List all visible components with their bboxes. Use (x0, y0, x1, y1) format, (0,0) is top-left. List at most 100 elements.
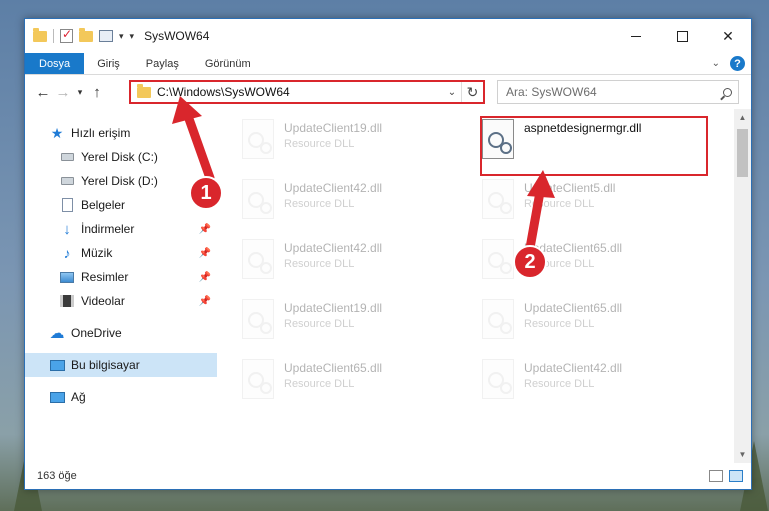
nav-onedrive[interactable]: ☁ OneDrive (25, 321, 217, 345)
drive-icon (59, 174, 75, 188)
nav-item-downloads[interactable]: ↓ İndirmeler 📌 (25, 217, 217, 241)
file-tile[interactable]: UpdateClient65.dll Resource DLL (242, 359, 472, 405)
star-icon: ★ (50, 124, 64, 141)
highlight-frame (480, 116, 708, 176)
pin-icon[interactable]: 📌 (199, 296, 211, 307)
nav-label: Videolar (81, 294, 125, 308)
dll-file-icon (482, 179, 514, 219)
nav-item-music[interactable]: ♪ Müzik 📌 (25, 241, 217, 265)
properties-icon[interactable] (60, 27, 73, 43)
status-bar: 163 öğe (25, 463, 751, 489)
up-button[interactable]: ↑ (87, 81, 107, 103)
chevron-down-icon[interactable]: ▾ (119, 31, 124, 42)
details-view-icon[interactable] (709, 470, 723, 482)
file-type: Resource DLL (524, 198, 595, 210)
file-tile[interactable]: UpdateClient19.dll Resource DLL (242, 299, 472, 345)
nav-network[interactable]: Ağ (25, 385, 217, 409)
nav-label: Yerel Disk (C:) (81, 150, 158, 164)
nav-label: Ağ (71, 390, 86, 404)
scroll-down-icon[interactable]: ▼ (734, 446, 751, 463)
dll-file-icon (482, 299, 514, 339)
tab-view[interactable]: Görünüm (192, 53, 264, 74)
expand-ribbon-icon[interactable]: ⌄ (712, 58, 720, 69)
file-tile[interactable]: UpdateClient19.dll Resource DLL (242, 119, 472, 165)
help-icon[interactable]: ? (730, 56, 745, 71)
nav-item-local-disk-c[interactable]: Yerel Disk (C:) (25, 145, 217, 169)
nav-item-local-disk-d[interactable]: Yerel Disk (D:) (25, 169, 217, 193)
large-icons-view-icon[interactable] (729, 470, 743, 482)
tab-home[interactable]: Giriş (84, 53, 133, 74)
address-bar[interactable]: C:\Windows\SysWOW64 ⌄ ↻ (129, 80, 485, 104)
nav-item-documents[interactable]: Belgeler (25, 193, 217, 217)
new-folder-icon[interactable] (79, 27, 93, 42)
videos-icon (59, 294, 75, 308)
view-buttons (709, 470, 743, 482)
drive-icon (59, 150, 75, 164)
dll-file-icon (242, 359, 274, 399)
back-button[interactable]: ← (33, 81, 53, 103)
nav-label: İndirmeler (81, 222, 135, 236)
nav-label: Müzik (81, 246, 113, 260)
onedrive-icon: ☁ (49, 325, 65, 342)
pin-icon[interactable]: 📌 (199, 248, 211, 259)
music-icon: ♪ (63, 245, 71, 261)
file-type: Resource DLL (524, 318, 595, 330)
nav-label: Bu bilgisayar (71, 358, 140, 372)
dll-file-icon (242, 239, 274, 279)
forward-button[interactable]: → (53, 81, 73, 103)
file-name: UpdateClient5.dll (524, 181, 616, 195)
search-placeholder[interactable]: Ara: SysWOW64 (506, 85, 716, 99)
close-button[interactable]: ✕ (705, 19, 751, 53)
file-type: Resource DLL (284, 198, 355, 210)
maximize-button[interactable] (659, 19, 705, 53)
minimize-button[interactable] (613, 19, 659, 53)
dll-file-icon (242, 119, 274, 159)
window-title: SysWOW64 (144, 29, 210, 43)
navigation-pane: ★ Hızlı erişim Yerel Disk (C:) Yerel Dis… (25, 109, 217, 463)
pin-icon[interactable]: 📌 (199, 272, 211, 283)
scroll-up-icon[interactable]: ▲ (734, 109, 751, 126)
folder-icon (33, 27, 47, 42)
recent-locations-button[interactable]: ▾ (73, 81, 87, 103)
pictures-icon (59, 270, 75, 284)
rename-icon[interactable] (99, 30, 113, 42)
folder-icon (137, 83, 151, 98)
file-tile[interactable]: UpdateClient42.dll Resource DLL (242, 239, 472, 285)
file-tile[interactable]: UpdateClient5.dll Resource DLL (482, 179, 712, 225)
vertical-scrollbar[interactable]: ▲ ▼ (734, 109, 751, 463)
dll-file-icon (482, 359, 514, 399)
file-name: UpdateClient42.dll (284, 181, 383, 195)
address-path[interactable]: C:\Windows\SysWOW64 (157, 85, 443, 99)
nav-item-videos[interactable]: Videolar 📌 (25, 289, 217, 313)
nav-this-pc[interactable]: Bu bilgisayar (25, 353, 217, 377)
nav-label: Belgeler (81, 198, 126, 212)
nav-label: OneDrive (71, 326, 122, 340)
search-icon[interactable] (716, 87, 738, 97)
file-type: Resource DLL (284, 258, 355, 270)
downloads-icon: ↓ (63, 220, 71, 238)
network-icon (49, 390, 65, 404)
refresh-button[interactable]: ↻ (461, 82, 483, 102)
scroll-thumb[interactable] (737, 129, 748, 177)
tab-share[interactable]: Paylaş (133, 53, 192, 74)
step-badge-1: 1 (189, 176, 223, 210)
nav-quick-access[interactable]: ★ Hızlı erişim (25, 121, 217, 145)
dll-file-icon (482, 239, 514, 279)
nav-item-pictures[interactable]: Resimler 📌 (25, 265, 217, 289)
address-dropdown-icon[interactable]: ⌄ (443, 87, 461, 98)
quick-access-toolbar: ▾ ▾ (33, 27, 135, 43)
pin-icon[interactable]: 📌 (199, 224, 211, 235)
search-box[interactable]: Ara: SysWOW64 (497, 80, 739, 104)
file-type: Resource DLL (284, 138, 355, 150)
file-tile[interactable]: UpdateClient42.dll Resource DLL (242, 179, 472, 225)
file-tile[interactable]: UpdateClient65.dll Resource DLL (482, 299, 712, 345)
customize-toolbar-icon[interactable]: ▾ (130, 31, 135, 42)
nav-label: Hızlı erişim (71, 126, 131, 140)
tab-file[interactable]: Dosya (25, 53, 85, 74)
file-type: Resource DLL (284, 318, 355, 330)
file-name: UpdateClient42.dll (524, 361, 623, 375)
dll-file-icon (242, 179, 274, 219)
ribbon-right-controls: ⌄ ? (712, 56, 745, 71)
file-type: Resource DLL (284, 378, 355, 390)
file-tile[interactable]: UpdateClient42.dll Resource DLL (482, 359, 712, 405)
